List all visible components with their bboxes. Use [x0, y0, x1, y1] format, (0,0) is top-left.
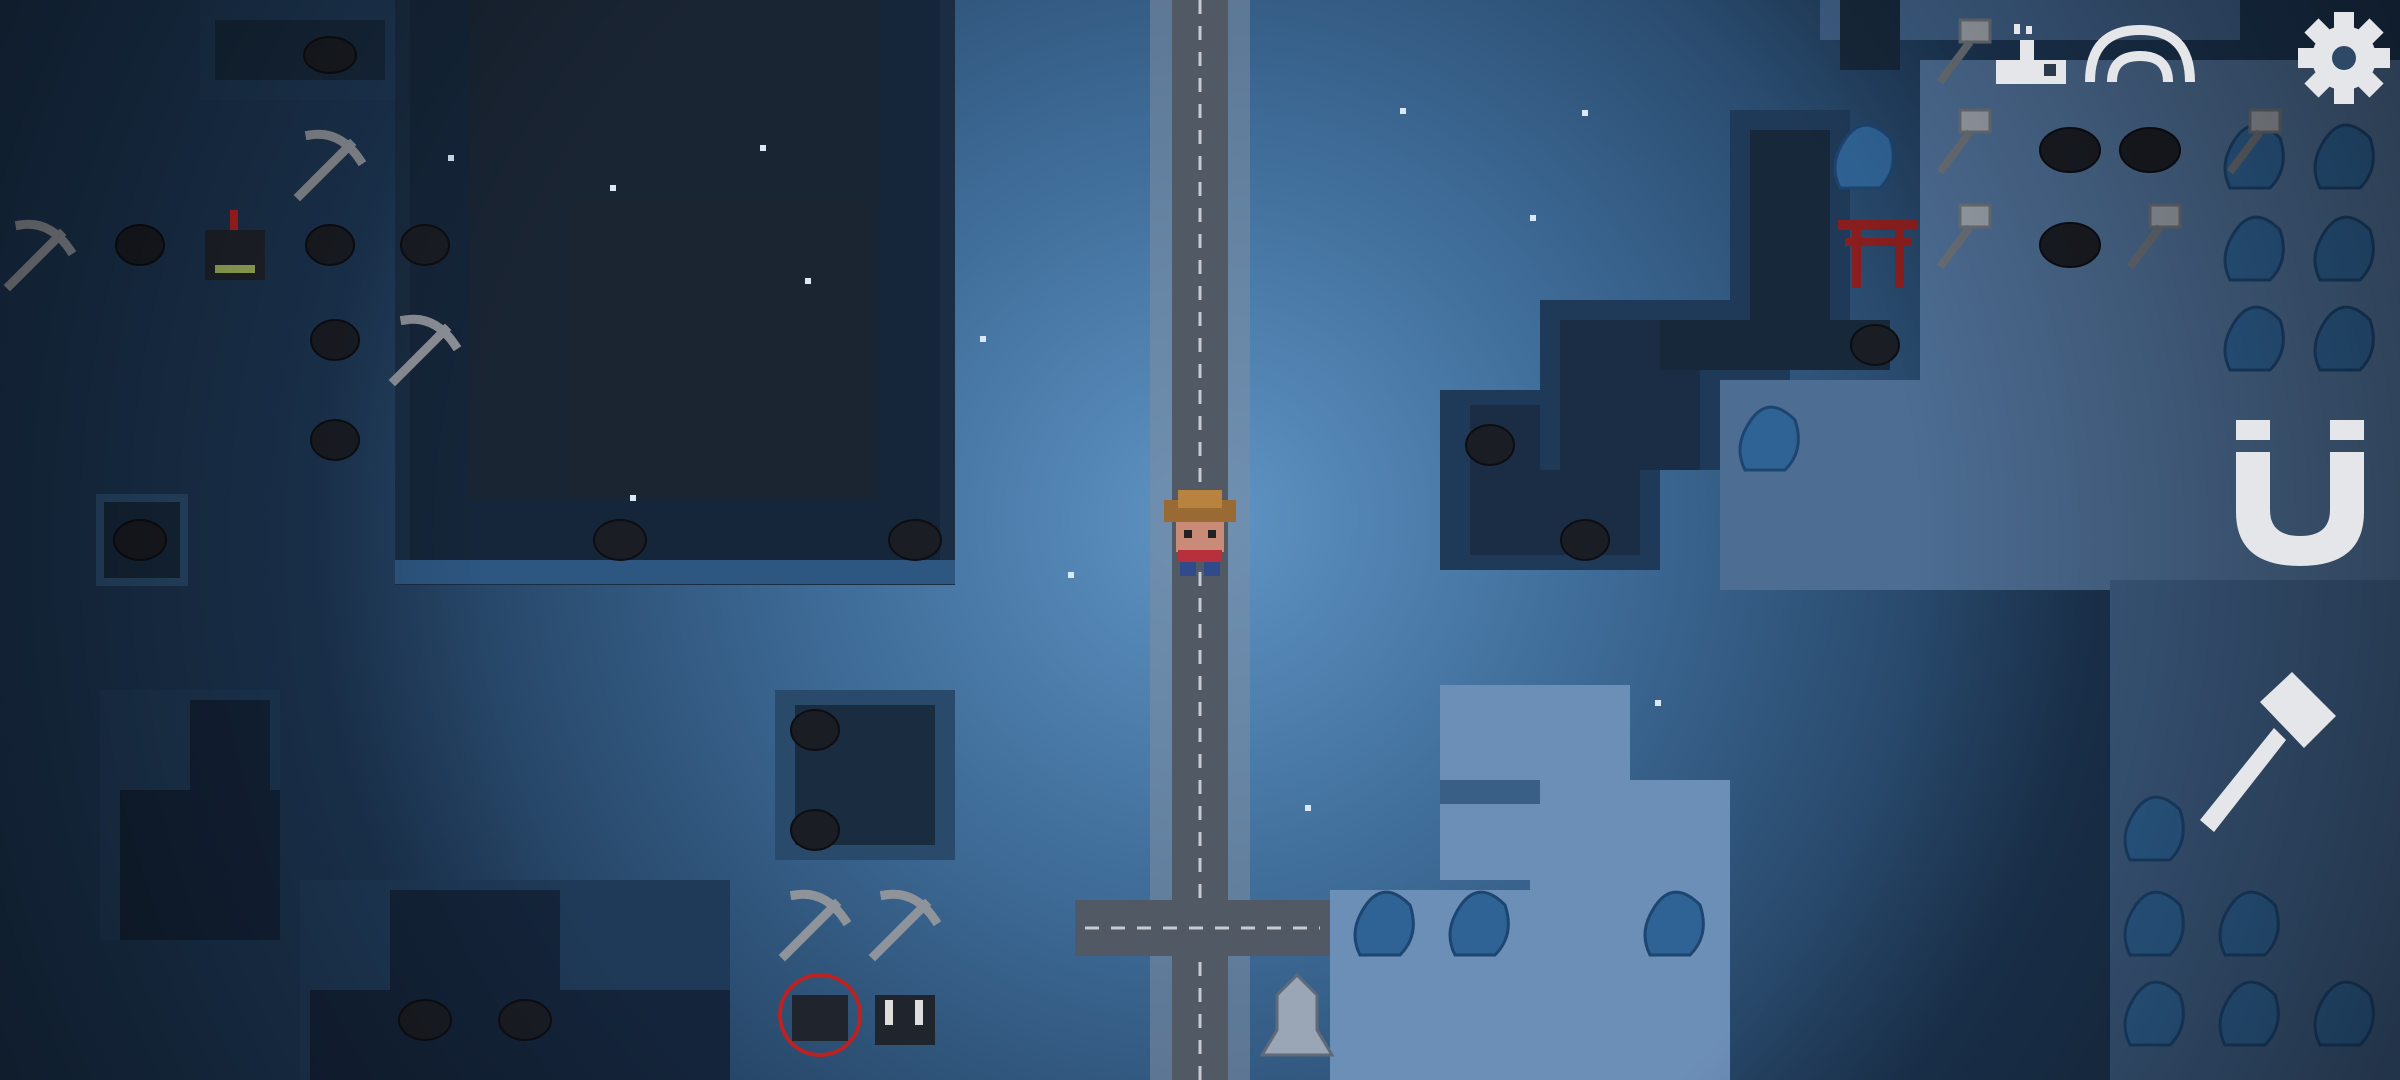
- magnet-icon: [2236, 420, 2364, 566]
- build-hammer-button[interactable]: [2200, 672, 2336, 840]
- player-count-icon: [1996, 24, 2066, 84]
- gear-icon: [2298, 12, 2390, 104]
- magnet-button[interactable]: [2232, 420, 2368, 570]
- status-indicators: [1996, 24, 2195, 84]
- night-vignette: [0, 0, 2400, 1080]
- connection-signal-icon: [2085, 24, 2195, 83]
- settings-button[interactable]: [2296, 10, 2392, 106]
- game-map[interactable]: [0, 0, 2400, 1080]
- hammer-icon: [2200, 672, 2336, 832]
